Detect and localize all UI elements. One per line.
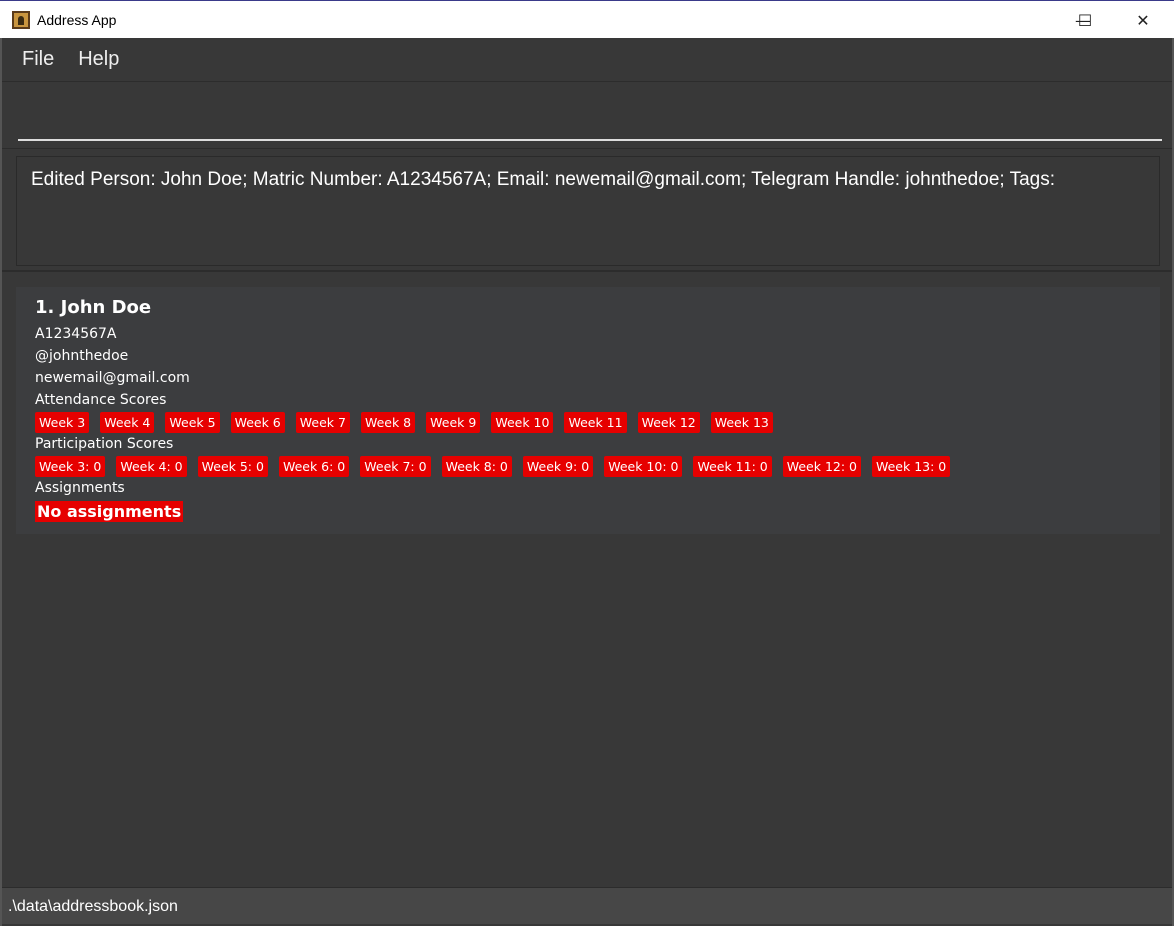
participation-tag: Week 6: 0: [278, 455, 350, 477]
attendance-tag: Week 6: [230, 411, 285, 433]
attendance-tag: Week 3: [35, 411, 90, 433]
address-book-icon: [12, 10, 30, 29]
participation-tag: Week 11: 0: [693, 455, 772, 477]
person-name: 1. John Doe: [35, 297, 152, 318]
no-assignments-tag: No assignments: [35, 501, 184, 522]
participation-tag: Week 5: 0: [197, 455, 268, 477]
title-bar: Address App — ☐ ✕: [0, 0, 1174, 38]
participation-tag: Week 3: 0: [35, 455, 106, 477]
attendance-tags: Week 3 Week 4 Week 5 Week 6 Week 7 Week 8 Week…: [35, 411, 1141, 433]
telegram-handle: @johnthedoe: [35, 348, 129, 364]
participation-tag: Week 13: 0: [871, 455, 951, 477]
person-card[interactable]: 1. John Doe A1234567A @johnthedoe newema…: [16, 287, 1160, 534]
result-display-panel: Edited Person: John Doe; Matric Number: …: [2, 148, 1172, 272]
attendance-tag: Week 13: [710, 411, 773, 433]
participation-tag: Week 4: 0: [116, 455, 187, 477]
participation-tag: Week 12: 0: [782, 455, 861, 477]
result-display: Edited Person: John Doe; Matric Number: …: [16, 156, 1160, 266]
participation-tag: Week 8: 0: [441, 455, 512, 477]
command-box: [2, 83, 1172, 148]
participation-label: Participation Scores: [35, 436, 174, 452]
attendance-tag: Week 8: [360, 411, 416, 433]
menu-bar: File Help: [2, 38, 1172, 82]
attendance-tag: Week 4: [100, 411, 155, 433]
maximize-button[interactable]: ☐: [1062, 1, 1108, 39]
person-list[interactable]: 1. John Doe A1234567A @johnthedoe newema…: [2, 274, 1172, 886]
participation-tag: Week 10: 0: [604, 455, 683, 477]
attendance-label: Attendance Scores: [35, 392, 167, 408]
attendance-tag: Week 11: [564, 411, 627, 433]
participation-tags: Week 3: 0 Week 4: 0 Week 5: 0 Week 6: 0 Week…: [35, 455, 1141, 477]
attendance-tag: Week 5: [165, 411, 220, 433]
menu-help[interactable]: Help: [78, 48, 119, 71]
close-button[interactable]: ✕: [1120, 1, 1166, 39]
attendance-tag: Week 10: [491, 411, 554, 433]
assignments-label: Assignments: [35, 480, 125, 496]
command-input[interactable]: [18, 83, 1162, 141]
participation-tag: Week 9: 0: [522, 455, 594, 477]
status-bar-file-path: .\data\addressbook.json: [2, 887, 1172, 924]
menu-file[interactable]: File: [22, 48, 54, 71]
email: newemail@gmail.com: [35, 370, 190, 386]
matric-number: A1234567A: [35, 326, 117, 342]
attendance-tag: Week 7: [295, 411, 350, 433]
participation-tag: Week 7: 0: [360, 455, 431, 477]
attendance-tag: Week 9: [426, 411, 481, 433]
attendance-tag: Week 12: [637, 411, 700, 433]
window-title: Address App: [37, 11, 117, 28]
